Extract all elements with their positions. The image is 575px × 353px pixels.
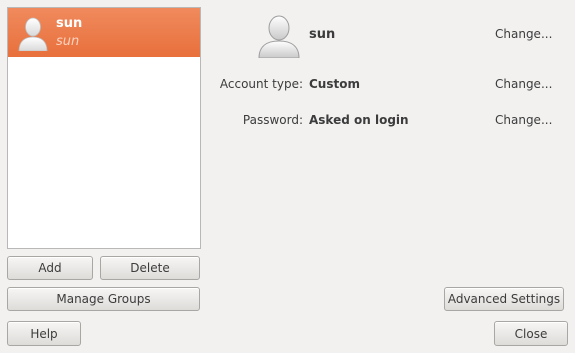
user-list[interactable]: sun sun (7, 7, 201, 249)
password-value: Asked on login (309, 113, 409, 127)
password-label: Password: (242, 113, 303, 127)
delete-user-button[interactable]: Delete (100, 256, 200, 280)
user-list-item-subtitle: sun (56, 34, 80, 49)
change-password-button[interactable]: Change... (495, 113, 552, 127)
user-avatar-icon (18, 17, 48, 51)
help-button[interactable]: Help (7, 321, 81, 346)
advanced-settings-button[interactable]: Advanced Settings (444, 287, 564, 311)
change-username-button[interactable]: Change... (495, 27, 552, 41)
user-avatar-icon[interactable] (257, 13, 301, 58)
change-account-type-button[interactable]: Change... (495, 77, 552, 91)
account-type-value: Custom (309, 77, 360, 91)
user-list-item-sun[interactable]: sun sun (8, 8, 200, 57)
close-button[interactable]: Close (494, 321, 568, 346)
account-type-label: Account type: (219, 77, 303, 91)
username-value: sun (309, 27, 336, 42)
user-list-item-name: sun (56, 16, 83, 31)
manage-groups-button[interactable]: Manage Groups (7, 287, 200, 311)
add-user-button[interactable]: Add (7, 256, 93, 280)
